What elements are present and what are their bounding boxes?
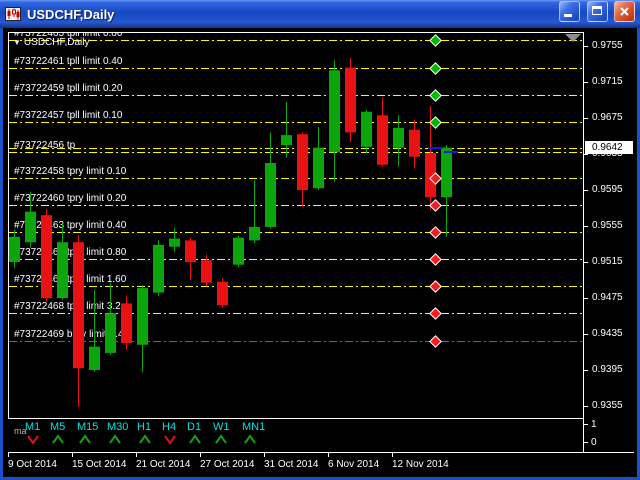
bull-candle (9, 237, 20, 262)
bear-candle (185, 240, 196, 262)
date-tick-label: 15 Oct 2014 (72, 459, 126, 470)
price-tick-label: 0.9475 (592, 292, 623, 303)
price-tick-label: 0.9715 (592, 76, 623, 87)
indicator-scale-tick (584, 424, 588, 425)
triangle-down-icon: ▼ (13, 38, 21, 47)
bull-candle (89, 347, 100, 370)
date-tick (392, 453, 393, 457)
price-tick (584, 298, 588, 299)
price-axis[interactable]: 0.97550.97150.96750.96350.95950.95550.95… (584, 28, 637, 477)
bear-candle (377, 115, 388, 165)
chart-shift-triangle-icon[interactable] (565, 34, 581, 42)
price-tick-label: 0.9515 (592, 256, 623, 267)
close-button[interactable] (614, 1, 635, 22)
chart-window: USDCHF,Daily ▼USDCHF,Daily #73722465 tpl… (0, 0, 640, 480)
tp-marker-dash (444, 151, 458, 153)
bull-candle (137, 288, 148, 345)
bear-candle (41, 215, 52, 298)
chart-symbol-label: ▼USDCHF,Daily (13, 37, 89, 48)
signal-arrow-up-icon (138, 432, 152, 443)
date-tick (264, 453, 265, 457)
date-tick-label: 21 Oct 2014 (136, 459, 190, 470)
signal-arrow-down-icon (26, 432, 40, 443)
price-tick-label: 0.9355 (592, 400, 623, 411)
tp-marker-dash (428, 147, 442, 149)
price-tick (584, 406, 588, 407)
date-tick (72, 453, 73, 457)
bear-candle (121, 303, 132, 343)
price-tick-label: 0.9675 (592, 112, 623, 123)
bull-candle (441, 148, 452, 198)
chart-client-area: ▼USDCHF,Daily #73722465 tpll limit 0.80#… (3, 28, 637, 477)
price-tick-label: 0.9555 (592, 220, 623, 231)
date-tick-label: 27 Oct 2014 (200, 459, 254, 470)
date-tick (200, 453, 201, 457)
bear-candle (217, 282, 228, 305)
signal-arrow-up-icon (51, 432, 65, 443)
date-tick (136, 453, 137, 457)
date-tick-label: 6 Nov 2014 (328, 459, 379, 470)
price-tick-label: 0.9435 (592, 328, 623, 339)
price-tick (584, 82, 588, 83)
window-title: USDCHF,Daily (27, 7, 557, 22)
indicator-scale-min: 0 (591, 437, 597, 448)
price-tick-label: 0.9755 (592, 40, 623, 51)
date-tick-label: 9 Oct 2014 (8, 459, 57, 470)
bull-candle (361, 112, 372, 147)
chart-plot-area[interactable]: ▼USDCHF,Daily #73722465 tpll limit 0.80#… (8, 32, 583, 418)
title-bar[interactable]: USDCHF,Daily (0, 0, 640, 28)
bull-candle (313, 148, 324, 189)
symbol-period-text: USDCHF,Daily (24, 37, 90, 48)
bear-candle (345, 68, 356, 133)
price-tick (584, 262, 588, 263)
current-price-box: 0.9642 (585, 141, 633, 154)
bull-candle (57, 242, 68, 298)
price-tick (584, 118, 588, 119)
bull-candle (153, 245, 164, 293)
date-tick-label: 12 Nov 2014 (392, 459, 449, 470)
candlestick-series (9, 33, 583, 418)
price-tick (584, 190, 588, 191)
indicator-scale-max: 1 (591, 419, 597, 430)
bull-candle (393, 128, 404, 148)
candlestick-chart-icon (5, 6, 22, 22)
bull-candle (249, 227, 260, 241)
indicator-pane[interactable]: ma M1M5M15M30H1H4D1W1MN1 (8, 419, 583, 452)
bull-candle (233, 238, 244, 265)
price-tick (584, 154, 588, 155)
bear-candle (297, 134, 308, 190)
minimize-button[interactable] (559, 1, 580, 22)
bull-candle (169, 239, 180, 247)
window-controls (557, 1, 635, 27)
price-tick (584, 46, 588, 47)
date-axis[interactable]: 9 Oct 2014 15 Oct 2014 21 Oct 2014 27 Oct 2… (8, 453, 634, 475)
bear-candle (409, 130, 420, 157)
bull-candle (105, 313, 116, 353)
date-tick (328, 453, 329, 457)
bear-candle (201, 260, 212, 283)
signal-arrow-up-icon (108, 432, 122, 443)
signal-arrow-down-icon (163, 432, 177, 443)
price-tick (584, 334, 588, 335)
price-tick (584, 226, 588, 227)
signal-arrow-up-icon (78, 432, 92, 443)
bull-candle (265, 163, 276, 227)
maximize-button[interactable] (587, 1, 608, 22)
bull-candle (329, 70, 340, 152)
indicator-scale-tick (584, 442, 588, 443)
price-tick-label: 0.9595 (592, 184, 623, 195)
bear-candle (73, 242, 84, 368)
price-tick (584, 370, 588, 371)
bull-candle (25, 212, 36, 243)
date-tick (8, 453, 9, 457)
bull-candle (281, 135, 292, 145)
signal-arrow-up-icon (214, 432, 228, 443)
price-tick-label: 0.9395 (592, 364, 623, 375)
signal-arrow-up-icon (243, 432, 257, 443)
signal-arrow-up-icon (188, 432, 202, 443)
date-tick-label: 31 Oct 2014 (264, 459, 318, 470)
